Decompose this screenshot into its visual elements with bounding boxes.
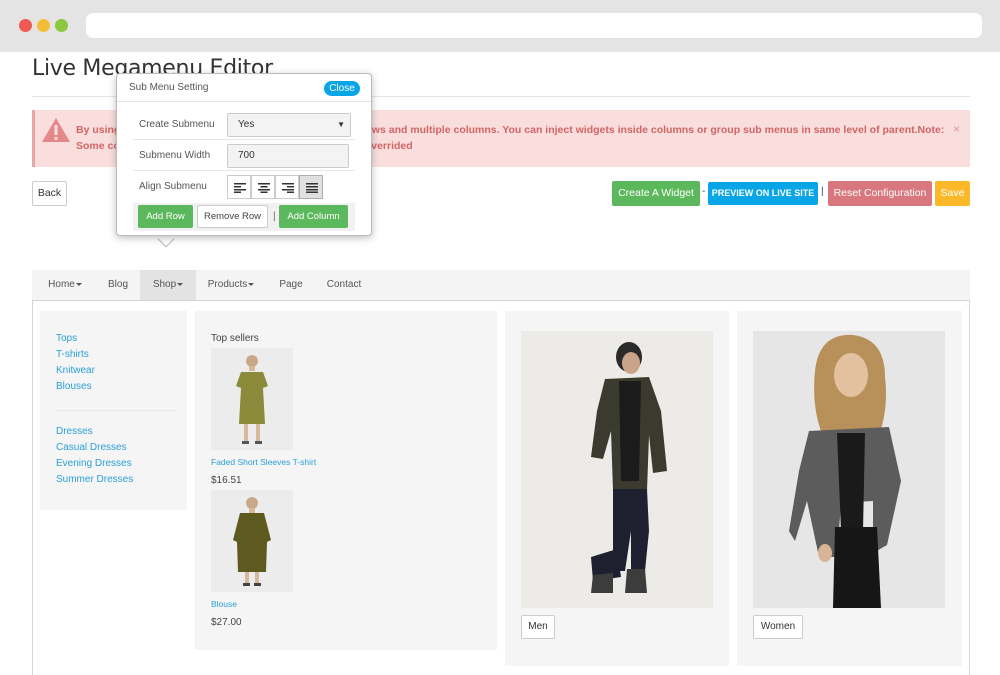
nav-item-label: Contact bbox=[326, 279, 362, 290]
align-center-button[interactable] bbox=[251, 175, 275, 199]
megamenu-column-top-sellers[interactable]: Top sellers Faded Short Sleeves T-shirt … bbox=[195, 311, 497, 650]
create-submenu-row: Create Submenu Yes ▼ bbox=[133, 110, 355, 140]
product-price: $16.51 bbox=[211, 475, 242, 486]
nav-item-blog[interactable]: Blog bbox=[98, 270, 138, 300]
align-submenu-row: Align Submenu bbox=[133, 172, 355, 202]
nav-item-home[interactable]: Home bbox=[32, 270, 98, 300]
megamenu-column-men[interactable]: Men bbox=[505, 311, 729, 666]
align-justify-icon bbox=[306, 183, 318, 193]
menu-link-dresses[interactable]: Dresses bbox=[56, 426, 93, 437]
alert-close-button[interactable]: × bbox=[953, 122, 960, 136]
nav-item-label: Shop bbox=[152, 279, 177, 290]
menu-link-tops[interactable]: Tops bbox=[56, 333, 77, 344]
submenu-width-input[interactable]: 700 bbox=[227, 144, 349, 168]
create-submenu-label: Create Submenu bbox=[139, 119, 215, 130]
close-window-dot[interactable] bbox=[19, 19, 32, 32]
create-submenu-select[interactable]: Yes ▼ bbox=[227, 113, 351, 137]
nav-item-label: Blog bbox=[107, 279, 128, 290]
submenu-setting-popup: Sub Menu Setting Close Create Submenu Ye… bbox=[116, 73, 372, 236]
chevron-down-icon bbox=[177, 282, 184, 286]
menu-link-evening-dresses[interactable]: Evening Dresses bbox=[56, 458, 132, 469]
submenu-width-label: Submenu Width bbox=[139, 150, 211, 161]
product-name-link[interactable]: Blouse bbox=[211, 599, 237, 609]
align-left-button[interactable] bbox=[227, 175, 251, 199]
women-banner-image[interactable] bbox=[753, 331, 945, 608]
create-submenu-value: Yes bbox=[238, 119, 255, 130]
nav-item-contact[interactable]: Contact bbox=[318, 270, 370, 300]
reset-configuration-button[interactable]: Reset Configuration bbox=[828, 181, 932, 206]
align-right-button[interactable] bbox=[275, 175, 299, 199]
remove-row-button[interactable]: Remove Row bbox=[197, 205, 268, 228]
align-right-icon bbox=[282, 183, 294, 193]
menu-link-summer-dresses[interactable]: Summer Dresses bbox=[56, 474, 133, 485]
men-banner-button[interactable]: Men bbox=[521, 615, 555, 639]
menu-link-tshirts[interactable]: T-shirts bbox=[56, 349, 89, 360]
warning-icon bbox=[42, 118, 70, 142]
megamenu-column-links[interactable]: Tops T-shirts Knitwear Blouses Dresses C… bbox=[40, 311, 187, 510]
chevron-down-icon bbox=[248, 282, 255, 286]
popup-header: Sub Menu Setting Close bbox=[117, 74, 371, 102]
menu-link-knitwear[interactable]: Knitwear bbox=[56, 365, 95, 376]
top-sellers-title: Top sellers bbox=[211, 333, 259, 344]
product-name-link[interactable]: Faded Short Sleeves T-shirt bbox=[211, 457, 316, 467]
woman-figure-image bbox=[753, 331, 945, 608]
megamenu-column-women[interactable]: Women bbox=[737, 311, 962, 666]
minimize-window-dot[interactable] bbox=[37, 19, 50, 32]
men-banner-image[interactable] bbox=[521, 331, 713, 608]
chevron-down-icon bbox=[75, 282, 82, 286]
menu-link-casual-dresses[interactable]: Casual Dresses bbox=[56, 442, 127, 453]
address-bar[interactable] bbox=[86, 13, 982, 38]
chevron-down-icon: ▼ bbox=[337, 120, 345, 129]
maximize-window-dot[interactable] bbox=[55, 19, 68, 32]
menu-link-blouses[interactable]: Blouses bbox=[56, 381, 92, 392]
add-column-button[interactable]: Add Column bbox=[279, 205, 348, 228]
menu-navbar: Home Blog Shop Products Page Contact bbox=[32, 270, 970, 300]
nav-item-label: Home bbox=[48, 279, 75, 290]
dress-figure-image bbox=[211, 348, 293, 450]
back-button[interactable]: Back bbox=[32, 181, 67, 206]
nav-item-page[interactable]: Page bbox=[272, 270, 310, 300]
toolbar-separator: | bbox=[821, 186, 824, 197]
product-image-tshirt[interactable] bbox=[211, 348, 293, 450]
man-figure-image bbox=[521, 331, 713, 608]
popup-close-button[interactable]: Close bbox=[324, 81, 360, 96]
popup-title: Sub Menu Setting bbox=[129, 82, 209, 93]
megamenu-panel: Tops T-shirts Knitwear Blouses Dresses C… bbox=[32, 300, 970, 675]
align-center-icon bbox=[258, 183, 270, 193]
nav-item-shop[interactable]: Shop bbox=[140, 270, 196, 300]
actions-separator: | bbox=[273, 211, 276, 222]
nav-item-label: Page bbox=[279, 279, 303, 290]
nav-item-products[interactable]: Products bbox=[198, 270, 264, 300]
save-button[interactable]: Save bbox=[935, 181, 970, 206]
column-divider bbox=[56, 410, 176, 411]
toolbar-dash: - bbox=[702, 186, 706, 197]
product-price: $27.00 bbox=[211, 617, 242, 628]
preview-live-site-button[interactable]: PREVIEW ON LIVE SITE bbox=[708, 182, 818, 205]
create-widget-button[interactable]: Create A Widget bbox=[612, 181, 700, 206]
align-submenu-label: Align Submenu bbox=[139, 181, 207, 192]
add-row-button[interactable]: Add Row bbox=[138, 205, 193, 228]
nav-item-label: Products bbox=[207, 279, 248, 290]
product-image-blouse[interactable] bbox=[211, 490, 293, 592]
browser-chrome bbox=[0, 0, 1000, 52]
align-left-icon bbox=[234, 183, 246, 193]
blouse-figure-image bbox=[211, 490, 293, 592]
women-banner-button[interactable]: Women bbox=[753, 615, 803, 639]
popup-actions: Add Row Remove Row | Add Column bbox=[133, 203, 355, 231]
submenu-width-row: Submenu Width 700 bbox=[133, 141, 355, 171]
align-justify-button[interactable] bbox=[299, 175, 323, 199]
